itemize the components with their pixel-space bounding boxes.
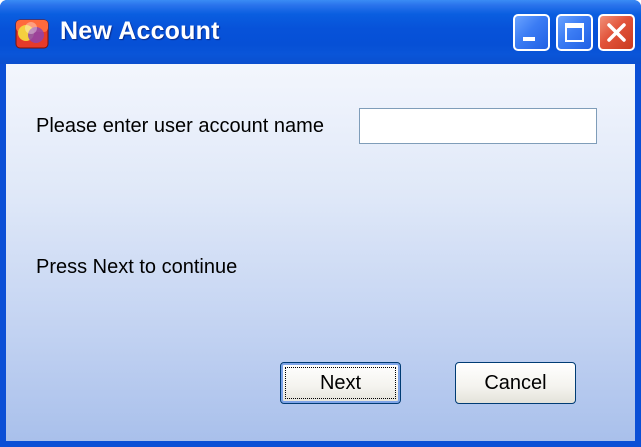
next-button-label: Next [319, 372, 362, 394]
close-icon [607, 23, 626, 42]
close-button[interactable] [598, 14, 635, 51]
account-name-label: Please enter user account name [36, 115, 324, 137]
window-title: New Account [60, 17, 220, 45]
maximize-button[interactable] [556, 14, 593, 51]
minimize-icon [523, 37, 535, 41]
instruction-label: Press Next to continue [36, 256, 238, 278]
dialog-body: Please enter user account name Press Nex… [6, 64, 635, 441]
account-name-input[interactable] [359, 108, 597, 144]
next-button[interactable]: Next [280, 362, 401, 404]
app-icon [14, 16, 50, 50]
title-bar[interactable]: New Account [0, 0, 641, 64]
minimize-button[interactable] [513, 14, 550, 51]
cancel-button-label: Cancel [484, 372, 547, 394]
maximize-icon [565, 23, 584, 42]
new-account-window: New Account Please enter user account na… [0, 0, 641, 447]
cancel-button[interactable]: Cancel [455, 362, 576, 404]
